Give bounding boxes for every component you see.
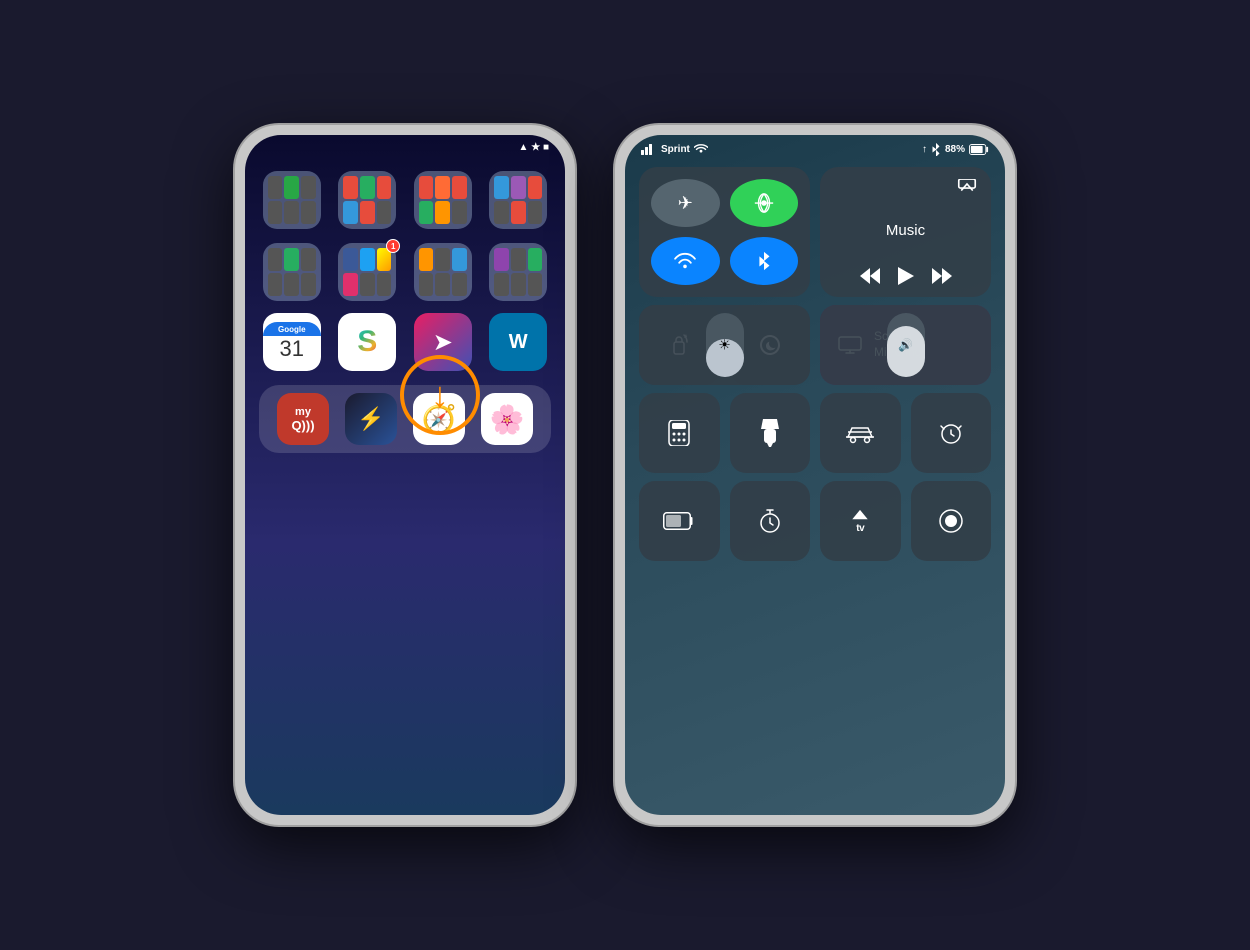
folder-photo-video-icon <box>263 243 321 301</box>
social-badge: 1 <box>386 239 400 253</box>
folder-stores-icon <box>414 243 472 301</box>
volume-slider[interactable]: 🔊 <box>820 305 991 385</box>
cc-status-bar: Sprint ↑ 88% <box>625 135 1005 163</box>
app-wordpress[interactable]: W <box>486 313 552 375</box>
app-grid: 1 <box>245 159 565 305</box>
carrier-label: Sprint <box>661 144 690 155</box>
home-status-icons: ▲ ★ ■ <box>519 142 549 153</box>
dock-darksky[interactable]: ⚡ <box>345 393 397 445</box>
swipe-circle: ↓ <box>400 355 480 435</box>
next-btn[interactable] <box>932 268 952 284</box>
dock-photos[interactable]: 🌸 <box>481 393 533 445</box>
bluetooth-btn[interactable] <box>730 237 799 285</box>
alarm-btn[interactable] <box>911 393 992 473</box>
folder-health[interactable] <box>410 171 476 233</box>
folder-media-icon <box>489 171 547 229</box>
cc-row-extra: tv <box>639 481 991 561</box>
folder-photo-video[interactable] <box>259 243 325 305</box>
cellular-btn[interactable] <box>730 179 799 227</box>
prev-btn[interactable] <box>860 268 880 284</box>
bluetooth-icon <box>931 142 941 156</box>
swipe-down-arrow: ↓ <box>431 377 449 413</box>
screen-record-btn[interactable] <box>911 481 992 561</box>
cc-row1: ✈ <box>639 167 991 297</box>
calculator-btn[interactable] <box>639 393 720 473</box>
location-icon: ↑ <box>922 144 927 155</box>
appletv-btn[interactable]: tv <box>820 481 901 561</box>
music-tile: Music <box>820 167 991 297</box>
myq-icon: my Q))) <box>277 393 329 445</box>
folder-utilities[interactable] <box>486 243 552 305</box>
app-slack[interactable]: S <box>335 313 401 375</box>
connectivity-block: ✈ <box>639 167 810 297</box>
carplay-btn[interactable] <box>820 393 901 473</box>
folder-finance-icon <box>263 171 321 229</box>
app-google-calendar[interactable]: Google 31 <box>259 313 325 375</box>
flashlight-btn[interactable] <box>730 393 811 473</box>
music-title: Music <box>834 222 977 239</box>
appletv-text: tv <box>849 523 871 534</box>
timer-btn[interactable] <box>730 481 811 561</box>
dark-icon: ⚡ <box>345 393 397 445</box>
swipe-hint-container: ↓ <box>400 355 480 435</box>
cc-row-tools <box>639 393 991 473</box>
sliders-row: ☀ 🔊 <box>639 305 991 385</box>
wp-icon: W <box>489 313 547 371</box>
battery-icon <box>969 144 989 155</box>
folder-social-icon: 1 <box>338 243 396 301</box>
photos-icon: 🌸 <box>481 393 533 445</box>
home-status-bar: ▲ ★ ■ <box>245 135 565 159</box>
folder-social[interactable]: 1 <box>335 243 401 305</box>
folder-finance[interactable] <box>259 171 325 233</box>
left-iphone-screen: ▲ ★ ■ ↓ <box>245 135 565 815</box>
signal-icon <box>641 143 657 155</box>
wifi-btn[interactable] <box>651 237 720 285</box>
airplane-mode-btn[interactable]: ✈ <box>651 179 720 227</box>
folder-media[interactable] <box>486 171 552 233</box>
folder-stores[interactable] <box>410 243 476 305</box>
folder-guidance[interactable] <box>335 171 401 233</box>
right-iphone-frame: Sprint ↑ 88% <box>615 125 1015 825</box>
airplay-icon <box>957 179 977 193</box>
brightness-slider[interactable]: ☀ <box>639 305 810 385</box>
folder-guidance-icon <box>338 171 396 229</box>
dock-myq[interactable]: my Q))) <box>277 393 329 445</box>
slack-icon: S <box>338 313 396 371</box>
wifi-icon <box>694 144 708 154</box>
gcal-icon: Google 31 <box>263 313 321 371</box>
battery-btn[interactable] <box>639 481 720 561</box>
right-iphone-screen: Sprint ↑ 88% <box>625 135 1005 815</box>
folder-utilities-icon <box>489 243 547 301</box>
folder-health-icon <box>414 171 472 229</box>
battery-pct: 88% <box>945 144 965 155</box>
music-controls <box>834 267 977 285</box>
play-btn[interactable] <box>898 267 914 285</box>
left-iphone-frame: ▲ ★ ■ ↓ <box>235 125 575 825</box>
